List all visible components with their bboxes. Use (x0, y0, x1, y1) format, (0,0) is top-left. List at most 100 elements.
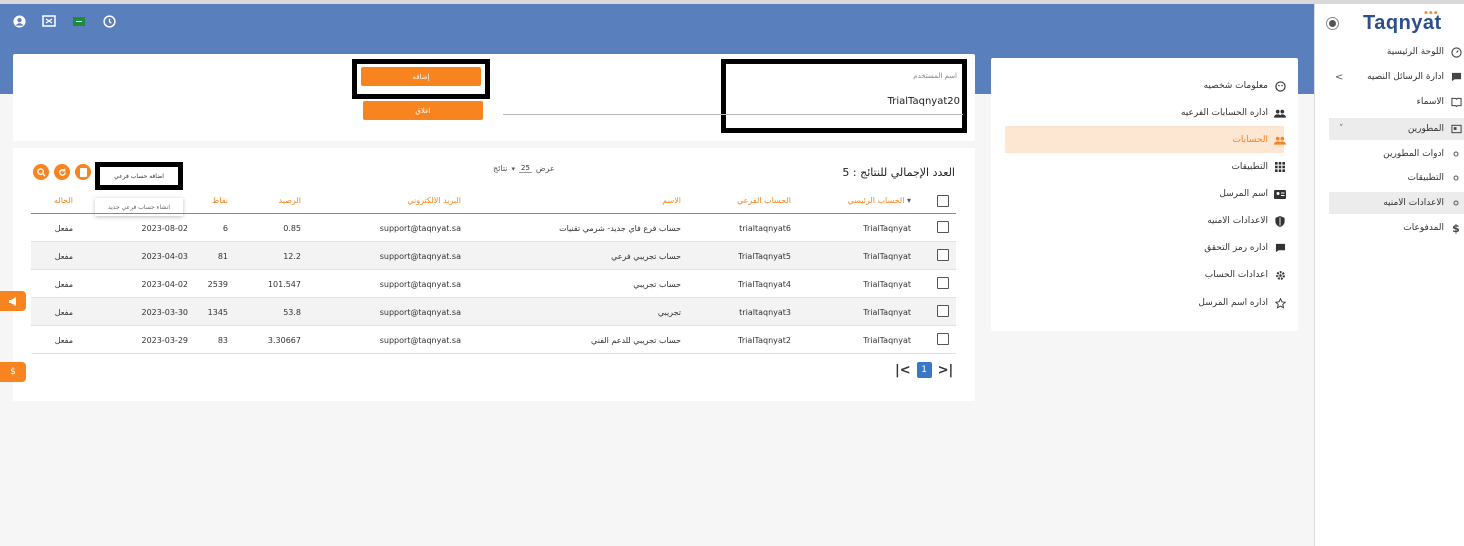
dot-icon (1450, 197, 1462, 209)
column-header-status[interactable]: الحاله (54, 196, 73, 205)
settings-item-sender-mgmt[interactable]: اداره اسم المرسل (1198, 293, 1286, 313)
cell-main-account: TrialTaqnyat (863, 336, 911, 345)
table-row[interactable]: TrialTaqnyat TrialTaqnyat2 حساب تجريبي ل… (31, 326, 956, 354)
search-button[interactable] (33, 164, 49, 180)
settings-item-sender-name[interactable]: اسم المرسل (1219, 184, 1286, 204)
add-account-form: إضافه اغلاق اسم المستخدم TrialTaqnyat20 (13, 54, 975, 141)
close-button[interactable]: اغلاق (363, 101, 483, 120)
submit-button[interactable]: إضافه (361, 67, 481, 86)
column-header-points[interactable]: نقاط (212, 196, 228, 205)
total-results: العدد الإجمالي للنتائج : 5 (842, 166, 955, 179)
cell-date: 2023-08-02 (141, 224, 189, 233)
settings-item-security[interactable]: الاعدادات الامنيه (1207, 211, 1286, 231)
cell-date: 2023-04-03 (141, 252, 189, 261)
cell-subaccount: TrialTaqnyat5 (738, 252, 791, 261)
gear-icon (1274, 269, 1286, 281)
sidebar-item-security[interactable]: الاعدادات الامنيه (1329, 192, 1464, 214)
row-checkbox[interactable] (937, 305, 949, 317)
row-checkbox[interactable] (937, 333, 949, 345)
settings-item-label: الاعدادات الامنيه (1207, 216, 1268, 226)
pagination: |< 1 >| (895, 362, 953, 378)
settings-item-profile[interactable]: معلومات شخصيه (1204, 76, 1286, 96)
cell-balance: 3.30667 (267, 336, 301, 345)
first-page-icon[interactable]: |< (895, 363, 911, 378)
cell-name: حساب تجريبي فرعي (611, 252, 681, 261)
cell-subaccount: TrialTaqnyat2 (738, 336, 791, 345)
dollar-tab[interactable]: $ (0, 362, 26, 382)
settings-item-subaccounts[interactable]: اداره الحسابات الفرعيه (1181, 103, 1286, 123)
header-icons (10, 12, 118, 30)
cell-name: تجريبي (657, 308, 681, 317)
sidebar-item-dashboard[interactable]: اللوحة الرئيسية (1387, 41, 1462, 63)
settings-menu: معلومات شخصيه اداره الحسابات الفرعيه الح… (991, 58, 1298, 331)
logo-dots: ••• (1423, 8, 1439, 19)
people-icon (1274, 134, 1286, 146)
settings-item-label: اداره رمز التحقق (1204, 243, 1268, 253)
cell-name: حساب تجريبي للدعم الفني (591, 336, 681, 345)
cell-main-account: TrialTaqnyat (863, 224, 911, 233)
settings-item-apps[interactable]: التطبيقات (1231, 157, 1286, 177)
sidebar-item-label: الاعدادات الامنيه (1383, 198, 1444, 208)
sidebar-item-developers[interactable]: ˅ المطورين (1329, 118, 1464, 140)
cell-balance: 0.85 (283, 224, 301, 233)
sidebar-item-label: اللوحة الرئيسية (1386, 47, 1444, 57)
sidebar-item-sms[interactable]: ادارة الرسائل النصيه (1367, 66, 1462, 88)
column-header-name[interactable]: الاسم (662, 196, 681, 205)
chevron-down-icon: ˅ (1339, 124, 1344, 134)
sidebar-item-apps[interactable]: التطبيقات (1407, 167, 1462, 189)
cell-email: support@taqnyat.sa (379, 308, 461, 317)
sidebar-item-label: الاسماء (1416, 97, 1444, 107)
fullscreen-icon[interactable] (40, 12, 58, 30)
table-row[interactable]: TrialTaqnyat trialtaqnyat6 حساب فرع فاي … (31, 214, 956, 242)
page-size-select[interactable]: 25 (518, 164, 532, 173)
cell-points: 6 (222, 224, 228, 233)
column-header-email[interactable]: البريد الالكتروني (407, 196, 461, 205)
cell-main-account: TrialTaqnyat (863, 280, 911, 289)
user-circle-icon[interactable] (10, 12, 28, 30)
dot-icon (1450, 172, 1462, 184)
sidebar-item-dev-tools[interactable]: ادوات المطورين (1383, 143, 1462, 165)
chevron-left-icon[interactable]: < (1335, 72, 1343, 83)
cell-points: 83 (217, 336, 228, 345)
last-page-icon[interactable]: >| (938, 363, 954, 378)
select-all-checkbox[interactable] (937, 195, 949, 207)
star-icon (1274, 297, 1286, 309)
cell-status: مفعل (54, 224, 73, 233)
show-label: عرض (535, 164, 555, 173)
cell-balance: 12.2 (283, 252, 301, 261)
sidebar-item-label: ادوات المطورين (1383, 149, 1444, 159)
announcement-tab[interactable] (0, 291, 26, 311)
table-row[interactable]: TrialTaqnyat trialtaqnyat3 تجريبي suppor… (31, 298, 956, 326)
cell-subaccount: TrialTaqnyat4 (738, 280, 791, 289)
cell-status: مفعل (54, 280, 73, 289)
refresh-button[interactable] (54, 164, 70, 180)
grid-icon (1274, 161, 1286, 173)
settings-item-accounts[interactable]: الحسابات (1232, 130, 1286, 150)
table-row[interactable]: TrialTaqnyat TrialTaqnyat4 حساب تجريبي s… (31, 270, 956, 298)
results-label: نتائج (493, 164, 508, 173)
sidebar-item-payments[interactable]: المدفوعات $ (1403, 217, 1462, 239)
flag-icon[interactable] (70, 12, 88, 30)
sidebar-item-names[interactable]: الاسماء (1417, 91, 1462, 113)
clock-icon[interactable] (100, 12, 118, 30)
settings-item-label: معلومات شخصيه (1203, 81, 1268, 91)
current-page[interactable]: 1 (916, 362, 932, 378)
sidebar-toggle[interactable] (1329, 20, 1336, 27)
settings-item-otp[interactable]: اداره رمز التحقق (1204, 238, 1286, 258)
message-icon (1450, 71, 1462, 83)
export-button[interactable] (75, 164, 91, 180)
column-header-subaccount[interactable]: الحساب الفرعي (737, 196, 791, 205)
sidebar-item-label: المطورين (1407, 124, 1444, 134)
row-checkbox[interactable] (937, 249, 949, 261)
table-row[interactable]: TrialTaqnyat TrialTaqnyat5 حساب تجريبي ف… (31, 242, 956, 270)
column-header-balance[interactable]: الرصيد (279, 196, 301, 205)
username-field[interactable]: TrialTaqnyat20 (888, 96, 960, 107)
cell-email: support@taqnyat.sa (379, 336, 461, 345)
row-checkbox[interactable] (937, 221, 949, 233)
dollar-icon: $ (1452, 221, 1460, 235)
column-header-main-account[interactable]: الحساب الرئيسي ▾ (847, 196, 911, 205)
add-subaccount-tooltip: اضافه حساب فرعي (95, 162, 183, 190)
row-checkbox[interactable] (937, 277, 949, 289)
id-card-icon (1274, 188, 1286, 200)
settings-item-account-settings[interactable]: اعدادات الحساب (1205, 265, 1286, 285)
